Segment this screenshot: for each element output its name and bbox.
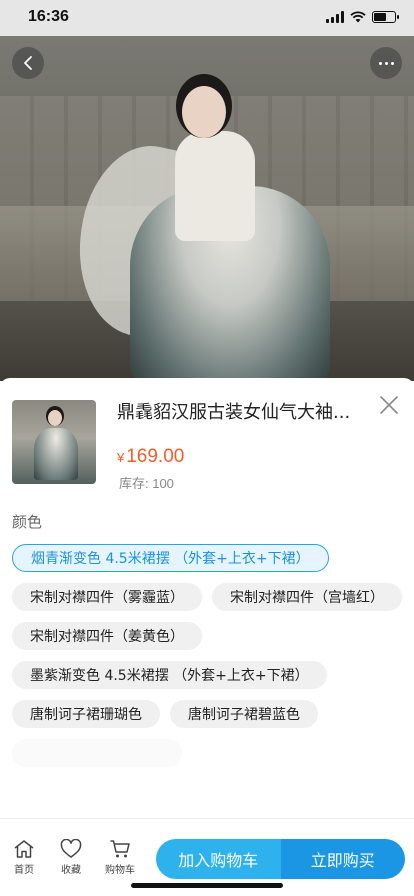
spec-option[interactable]: 烟青渐变色 4.5米裙摆 （外套+上衣+下裙） — [12, 544, 329, 572]
nav-favorite[interactable]: 收藏 — [51, 839, 91, 876]
status-time: 16:36 — [28, 8, 69, 25]
close-button[interactable] — [376, 392, 402, 418]
spec-option[interactable]: 宋制对襟四件（宫墙红） — [212, 583, 402, 611]
spec-label: 颜色 — [12, 513, 43, 531]
purchase-actions: 加入购物车 立即购买 — [156, 839, 405, 879]
wifi-icon — [350, 11, 366, 23]
product-price: ¥169.00 — [117, 446, 184, 468]
status-bar: 16:36 — [0, 0, 414, 36]
currency-symbol: ¥ — [117, 450, 125, 465]
add-to-cart-button[interactable]: 加入购物车 — [156, 839, 281, 879]
buy-now-button[interactable]: 立即购买 — [280, 839, 405, 879]
product-hero-image — [0, 36, 414, 381]
spec-option[interactable]: 宋制对襟四件（姜黄色） — [12, 622, 202, 650]
close-icon — [380, 396, 398, 414]
spec-option-partial[interactable] — [12, 739, 182, 767]
heart-icon — [60, 839, 82, 858]
spec-option[interactable]: 墨紫渐变色 4.5米裙摆 （外套+上衣+下裙） — [12, 661, 327, 689]
more-dots-icon — [378, 61, 382, 65]
product-thumbnail — [12, 400, 96, 484]
nav-cart-label: 购物车 — [105, 865, 135, 876]
nav-cart[interactable]: 购物车 — [100, 839, 140, 876]
home-indicator — [131, 883, 283, 888]
nav-home-label: 首页 — [14, 865, 34, 876]
home-icon — [14, 840, 34, 858]
spec-option[interactable]: 宋制对襟四件（雾霾蓝） — [12, 583, 202, 611]
nav-home[interactable]: 首页 — [4, 839, 44, 876]
back-button[interactable] — [12, 47, 44, 79]
status-icons — [326, 11, 399, 23]
stock-count: 库存: 100 — [119, 476, 174, 491]
cart-icon — [110, 840, 130, 858]
product-title: 鼎毳貂汉服古装女仙气大袖... — [117, 402, 351, 423]
price-value: 169.00 — [126, 446, 185, 467]
spec-option[interactable]: 唐制诃子裙珊瑚色 — [12, 700, 160, 728]
signal-icon — [326, 11, 344, 23]
spec-options: 烟青渐变色 4.5米裙摆 （外套+上衣+下裙） 宋制对襟四件（雾霾蓝） 宋制对襟… — [12, 544, 412, 788]
spec-option[interactable]: 唐制诃子裙碧蓝色 — [170, 700, 318, 728]
chevron-left-icon — [24, 56, 32, 70]
more-button[interactable] — [370, 47, 402, 79]
nav-favorite-label: 收藏 — [61, 865, 81, 876]
battery-icon — [372, 11, 399, 23]
